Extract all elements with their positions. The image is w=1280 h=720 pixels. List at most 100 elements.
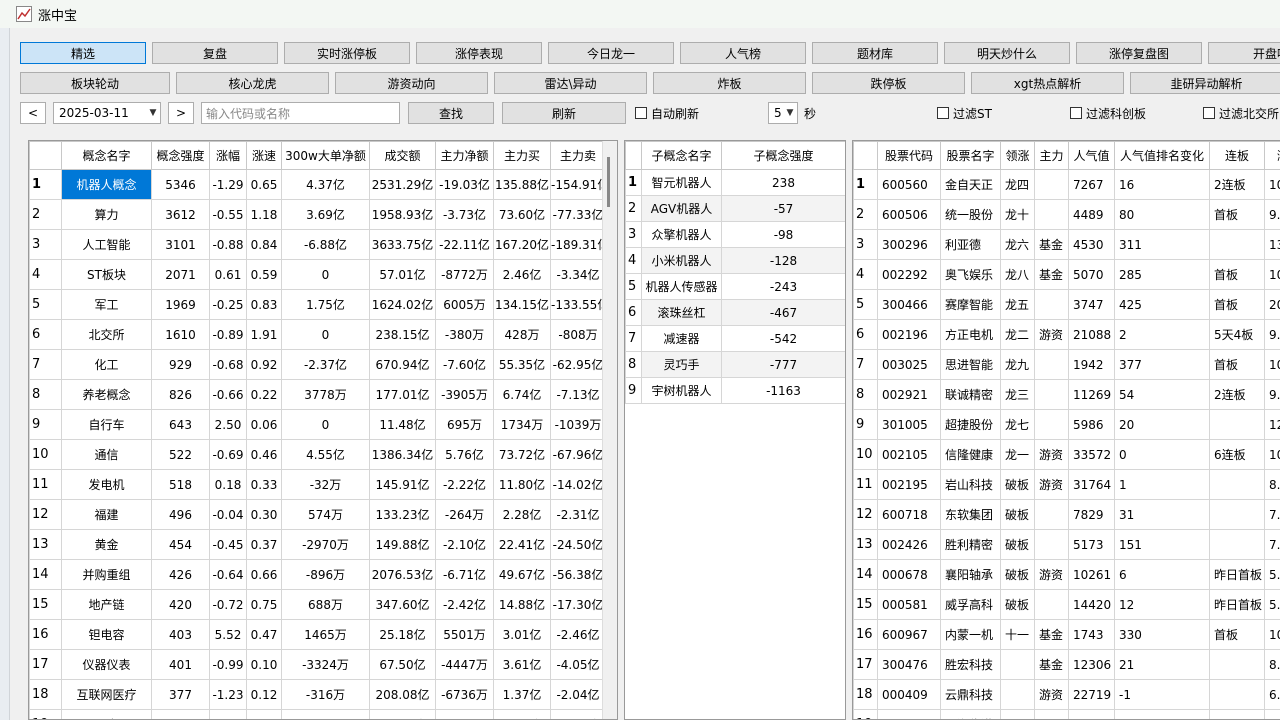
- grid1-header-2[interactable]: 概念强度: [151, 141, 210, 170]
- table-cell[interactable]: -2.46亿: [550, 619, 606, 650]
- table-row[interactable]: 2 AGV机器人 -57: [625, 195, 845, 222]
- table-cell[interactable]: [1000, 649, 1035, 680]
- table-cell[interactable]: 10.0: [1264, 169, 1280, 200]
- table-cell[interactable]: -808万: [550, 319, 606, 350]
- table-row[interactable]: 1 机器人概念 5346 -1.29 0.65 4.37亿 2531.29亿 -19.03亿 1…: [29, 169, 606, 200]
- table-row[interactable]: 7 化工 929 -0.68 0.92 -2.37亿 670.94亿 -7.60亿 55.35亿…: [29, 349, 606, 380]
- table-cell[interactable]: [1034, 199, 1069, 230]
- sub-concept-grid[interactable]: 子概念名字 子概念强度 1 智元机器人 238 2 AGV机器人 -57 3 众擎机器人 -98 4…: [624, 140, 846, 720]
- table-cell[interactable]: 10.0: [1264, 439, 1280, 470]
- table-cell[interactable]: 机器人概念: [61, 169, 152, 200]
- table-cell[interactable]: -264万: [435, 499, 494, 530]
- table-row[interactable]: 18000409云鼎科技 游资22719-1 6.95: [853, 679, 1280, 710]
- grid3-header-7[interactable]: 连板: [1209, 141, 1265, 170]
- table-cell[interactable]: 军工: [61, 289, 152, 320]
- table-cell[interactable]: 454: [151, 529, 210, 560]
- table-cell[interactable]: 6005万: [435, 289, 494, 320]
- table-cell[interactable]: 145.91亿: [369, 469, 436, 500]
- grid1-header-4[interactable]: 涨速: [246, 141, 282, 170]
- table-cell[interactable]: 游资: [1034, 469, 1069, 500]
- table-cell[interactable]: -0.89: [209, 319, 247, 350]
- table-cell[interactable]: 龙五: [1000, 289, 1035, 320]
- table-cell[interactable]: 2连板: [1209, 379, 1265, 410]
- grid3-header-4[interactable]: 主力: [1034, 141, 1069, 170]
- table-cell[interactable]: 3.61亿: [493, 649, 551, 680]
- table-cell[interactable]: 6连板: [1209, 439, 1265, 470]
- table-cell[interactable]: -3.73亿: [435, 199, 494, 230]
- table-cell[interactable]: -2.31亿: [550, 499, 606, 530]
- table-cell[interactable]: 统一股份: [940, 199, 1001, 230]
- table-cell[interactable]: 奥飞娱乐: [940, 259, 1001, 290]
- table-cell[interactable]: 208.08亿: [369, 679, 436, 710]
- table-cell[interactable]: 1.75亿: [281, 289, 370, 320]
- table-cell[interactable]: -128: [721, 247, 845, 274]
- table-cell[interactable]: 0.75: [246, 589, 282, 620]
- table-cell[interactable]: 2076.53亿: [369, 559, 436, 590]
- toolbar-button-row2-7[interactable]: xgt热点解析: [971, 72, 1124, 94]
- table-cell[interactable]: 0: [281, 319, 370, 350]
- table-row[interactable]: 17 仪器仪表 401 -0.99 0.10 -3324万 67.50亿 -4447万 3.61…: [29, 649, 606, 680]
- table-cell[interactable]: 311: [1114, 229, 1210, 260]
- table-cell[interactable]: 1734万: [493, 409, 551, 440]
- table-cell[interactable]: 破板: [1000, 559, 1035, 590]
- grid1-header-6[interactable]: 成交额: [369, 141, 436, 170]
- table-cell[interactable]: 670.94亿: [369, 349, 436, 380]
- table-cell[interactable]: 云鼎科技: [940, 679, 1001, 710]
- table-row[interactable]: 19600848上海临港 13728: [853, 709, 1280, 719]
- table-cell[interactable]: 破板: [1000, 469, 1035, 500]
- table-cell[interactable]: -2.10亿: [435, 529, 494, 560]
- table-cell[interactable]: 东软集团: [940, 499, 1001, 530]
- table-cell[interactable]: 减速器: [641, 325, 722, 352]
- table-cell[interactable]: 基金: [1034, 619, 1069, 650]
- table-cell[interactable]: 昨日首板: [1209, 589, 1265, 620]
- table-cell[interactable]: [1034, 709, 1069, 719]
- table-row[interactable]: 3300296利亚德龙六基金4530311 13.5: [853, 229, 1280, 260]
- table-cell[interactable]: -3905万: [435, 379, 494, 410]
- table-cell[interactable]: -3333万: [281, 709, 370, 719]
- table-cell[interactable]: 31764: [1068, 469, 1115, 500]
- table-cell[interactable]: -0.68: [209, 349, 247, 380]
- table-cell[interactable]: 002196: [877, 319, 941, 350]
- table-cell[interactable]: 5173: [1068, 529, 1115, 560]
- table-row[interactable]: 6 北交所 1610 -0.89 1.91 0 238.15亿 -380万 428万 -808万: [29, 319, 606, 350]
- table-cell[interactable]: 10.0: [1264, 259, 1280, 290]
- table-cell[interactable]: 龙三: [1000, 379, 1035, 410]
- table-row[interactable]: 18 互联网医疗 377 -1.23 0.12 -316万 208.08亿 -6736万 1.3…: [29, 679, 606, 710]
- table-cell[interactable]: 地产链: [61, 589, 152, 620]
- table-cell[interactable]: 基金: [1034, 229, 1069, 260]
- table-cell[interactable]: 0.12: [246, 679, 282, 710]
- table-cell[interactable]: 1386.34亿: [369, 439, 436, 470]
- table-cell[interactable]: 643: [151, 409, 210, 440]
- table-cell[interactable]: [1209, 409, 1265, 440]
- table-cell[interactable]: 285: [1114, 259, 1210, 290]
- table-row[interactable]: 8002921联诚精密龙三 11269542连板9.97: [853, 379, 1280, 410]
- table-cell[interactable]: -6.71亿: [435, 559, 494, 590]
- table-cell[interactable]: 300296: [877, 229, 941, 260]
- table-cell[interactable]: -7.13亿: [550, 379, 606, 410]
- table-cell[interactable]: 人工智能: [61, 229, 152, 260]
- table-cell[interactable]: 003025: [877, 349, 941, 380]
- table-cell[interactable]: 000409: [877, 679, 941, 710]
- table-cell[interactable]: 177.01亿: [369, 379, 436, 410]
- table-cell[interactable]: 3778万: [281, 379, 370, 410]
- table-cell[interactable]: -22.11亿: [435, 229, 494, 260]
- table-cell[interactable]: 49.67亿: [493, 559, 551, 590]
- table-cell[interactable]: 3747: [1068, 289, 1115, 320]
- table-row[interactable]: 9301005超捷股份龙七 598620 12.5: [853, 409, 1280, 440]
- table-cell[interactable]: 岩山科技: [940, 469, 1001, 500]
- table-cell[interactable]: -57: [721, 195, 845, 222]
- table-cell[interactable]: 133.23亿: [369, 499, 436, 530]
- table-cell[interactable]: 22.41亿: [493, 529, 551, 560]
- table-cell[interactable]: -2970万: [281, 529, 370, 560]
- grid1-header-9[interactable]: 主力卖: [550, 141, 606, 170]
- table-cell[interactable]: 机器人传感器: [641, 273, 722, 300]
- table-row[interactable]: 6 滚珠丝杠 -467: [625, 299, 845, 326]
- table-cell[interactable]: -2.37亿: [281, 349, 370, 380]
- table-cell[interactable]: [1034, 379, 1069, 410]
- table-row[interactable]: 14 并购重组 426 -0.64 0.66 -896万 2076.53亿 -6.71亿 49.…: [29, 559, 606, 590]
- grid3-header-1[interactable]: 股票代码: [877, 141, 941, 170]
- table-cell[interactable]: 2.28亿: [493, 499, 551, 530]
- table-cell[interactable]: 11269: [1068, 379, 1115, 410]
- interval-select[interactable]: 5 ▼: [768, 102, 798, 124]
- auto-refresh-checkbox[interactable]: 自动刷新: [635, 102, 699, 124]
